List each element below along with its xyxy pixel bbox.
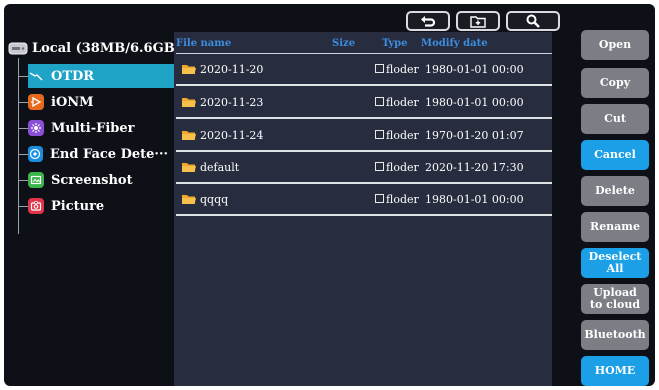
otdr-icon <box>28 68 44 84</box>
table-row[interactable]: 2020-11-23 floder 1980-01-01 00:00 <box>174 87 552 119</box>
delete-button[interactable]: Delete <box>581 176 649 206</box>
file-name: 2020-11-24 <box>200 129 264 142</box>
tree-item-label: iONM <box>51 94 94 110</box>
file-name: 2020-11-20 <box>200 63 264 76</box>
row-checkbox[interactable] <box>375 97 384 106</box>
row-checkbox[interactable] <box>375 64 384 73</box>
deselect-all-button[interactable]: Deselect All <box>581 248 649 278</box>
search-button[interactable] <box>506 11 560 31</box>
cancel-button[interactable]: Cancel <box>581 140 649 170</box>
rename-button[interactable]: Rename <box>581 212 649 242</box>
local-storage-node[interactable]: Local (38MB/6.6GB) <box>8 38 181 58</box>
tree-item-label: Picture <box>51 198 105 214</box>
end-face-icon <box>27 146 43 162</box>
tree-item-otdr[interactable]: OTDR <box>18 64 178 88</box>
tree-item-label: Screenshot <box>51 172 133 188</box>
search-icon <box>526 14 540 28</box>
file-name: default <box>200 161 240 174</box>
multi-fiber-icon <box>28 120 44 136</box>
new-folder-button[interactable] <box>456 11 500 31</box>
file-type: floder <box>386 161 419 174</box>
table-row[interactable]: 2020-11-20 floder 1980-01-01 00:00 <box>174 54 552 86</box>
modify-date: 2020-11-20 17:30 <box>425 161 524 174</box>
tree-branch <box>18 179 28 181</box>
table-row[interactable]: 2020-11-24 floder 1970-01-20 01:07 <box>174 120 552 152</box>
folder-icon <box>182 131 196 140</box>
tree-item-multi-fiber[interactable]: Multi-Fiber <box>18 116 168 140</box>
tree-branch <box>18 127 28 129</box>
modify-date: 1980-01-01 00:00 <box>425 63 524 76</box>
row-divider <box>176 117 552 119</box>
tree-branch <box>18 205 28 207</box>
deselect-all-label-line2: All <box>606 262 624 275</box>
folder-icon <box>182 65 196 74</box>
screenshot-icon <box>28 172 44 188</box>
copy-button[interactable]: Copy <box>581 68 649 98</box>
row-checkbox[interactable] <box>375 194 384 203</box>
tree-branch <box>18 75 28 77</box>
modify-date: 1970-01-20 01:07 <box>425 129 524 142</box>
upload-label-line2: to cloud <box>589 298 641 311</box>
local-storage-label: Local (38MB/6.6GB) <box>32 40 181 56</box>
file-type: floder <box>386 63 419 76</box>
row-checkbox[interactable] <box>375 130 384 139</box>
column-header-name[interactable]: File name <box>176 38 231 49</box>
file-type: floder <box>386 193 419 206</box>
picture-icon <box>28 198 44 214</box>
file-name: qqqq <box>200 193 229 206</box>
folder-icon <box>182 163 196 172</box>
tree-item-screenshot[interactable]: Screenshot <box>18 168 168 192</box>
column-header-date[interactable]: Modify date <box>421 38 488 49</box>
tree-item-label: Multi-Fiber <box>51 120 135 136</box>
home-button[interactable]: HOME <box>581 356 649 386</box>
ionm-icon <box>28 94 44 110</box>
tree-item-picture[interactable]: Picture <box>18 194 168 218</box>
column-header-size[interactable]: Size <box>332 38 355 49</box>
back-button[interactable] <box>406 11 450 31</box>
tree-item-label: OTDR <box>51 68 95 84</box>
file-list-panel: File name Size Type Modify date 2020-11-… <box>174 32 552 386</box>
modify-date: 1980-01-01 00:00 <box>425 96 524 109</box>
new-folder-icon <box>470 15 486 28</box>
folder-icon <box>182 98 196 107</box>
table-row[interactable]: qqqq floder 1980-01-01 00:00 <box>174 184 552 216</box>
column-header-type[interactable]: Type <box>382 38 408 49</box>
open-button[interactable]: Open <box>581 30 649 60</box>
tree-branch <box>18 101 28 103</box>
row-divider <box>176 214 552 216</box>
file-type: floder <box>386 129 419 142</box>
bluetooth-button[interactable]: Bluetooth <box>581 320 649 350</box>
table-row[interactable]: default floder 2020-11-20 17:30 <box>174 152 552 184</box>
row-checkbox[interactable] <box>375 162 384 171</box>
return-arrow-icon <box>421 16 436 27</box>
tree-branch <box>18 153 28 155</box>
cut-button[interactable]: Cut <box>581 104 649 134</box>
file-name: 2020-11-23 <box>200 96 264 109</box>
folder-icon <box>182 195 196 204</box>
file-type: floder <box>386 96 419 109</box>
tree-item-end-face[interactable]: End Face Dete··· <box>18 142 168 166</box>
tree-item-label: End Face Dete··· <box>49 146 168 162</box>
modify-date: 1980-01-01 00:00 <box>425 193 524 206</box>
row-divider <box>176 84 552 86</box>
drive-icon <box>8 42 28 55</box>
file-manager-screen: Local (38MB/6.6GB) OTDR iONM Multi-Fiber <box>4 4 655 386</box>
upload-to-cloud-button[interactable]: Upload to cloud <box>581 284 649 314</box>
folder-tree: Local (38MB/6.6GB) OTDR iONM Multi-Fiber <box>4 34 181 386</box>
tree-item-ionm[interactable]: iONM <box>18 90 168 114</box>
